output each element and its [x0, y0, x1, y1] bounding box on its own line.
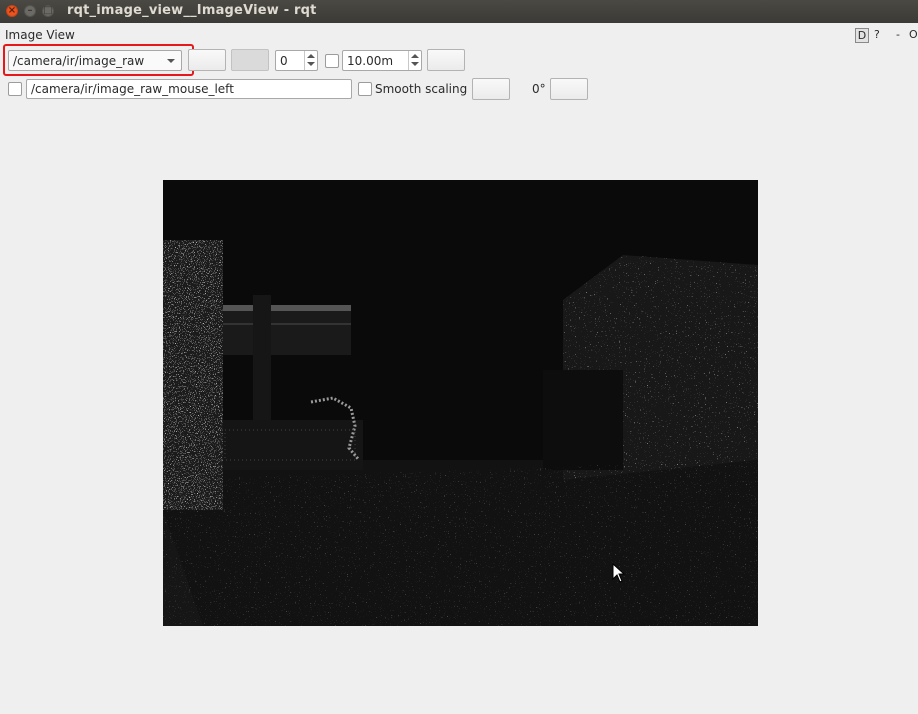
refresh-topics-button[interactable] [188, 49, 226, 71]
value-spinbox-arrows[interactable] [304, 51, 317, 70]
close-icon: × [7, 5, 17, 16]
smooth-scaling-checkbox[interactable] [358, 82, 372, 96]
max-range-spinbox-text: 10.00m [347, 54, 394, 68]
arrow-cursor-icon [612, 563, 626, 583]
spin-down-icon[interactable] [307, 62, 315, 66]
rotate-right-button[interactable] [550, 78, 588, 100]
window-minimize-button[interactable]: – [24, 5, 36, 17]
rotate-left-button[interactable] [472, 78, 510, 100]
spin-down-icon[interactable] [411, 62, 419, 66]
maximize-icon: □ [43, 5, 53, 16]
window-maximize-button[interactable]: □ [42, 5, 54, 17]
spin-up-icon[interactable] [307, 54, 315, 58]
publish-mouse-checkbox[interactable] [8, 82, 22, 96]
value-spinbox[interactable]: 0 [275, 50, 318, 71]
smooth-scaling-label: Smooth scaling [375, 82, 468, 96]
dock-minimize-button[interactable]: - [896, 28, 900, 41]
dock-d-button[interactable]: D [855, 28, 869, 43]
ir-image [163, 180, 758, 626]
max-range-spinbox-arrows[interactable] [408, 51, 421, 70]
window-title: rqt_image_view__ImageView - rqt [67, 3, 317, 18]
dynamic-range-checkbox[interactable] [325, 54, 339, 68]
help-button[interactable]: ? [874, 28, 880, 41]
topic-select-highlight [3, 44, 194, 76]
mouse-topic-input[interactable]: /camera/ir/image_raw_mouse_left [26, 79, 352, 99]
mouse-topic-text: /camera/ir/image_raw_mouse_left [31, 82, 234, 96]
rotation-label: 0° [532, 82, 546, 96]
window-titlebar[interactable]: × – □ rqt_image_view__ImageView - rqt [0, 0, 918, 23]
dock-close-button[interactable]: O [909, 28, 918, 41]
spin-up-icon[interactable] [411, 54, 419, 58]
max-range-spinbox[interactable]: 10.00m [342, 50, 422, 71]
value-spinbox-text: 0 [280, 54, 288, 68]
save-image-button[interactable] [427, 49, 465, 71]
window-close-button[interactable]: × [6, 5, 18, 17]
zoom-button[interactable] [231, 49, 269, 71]
plugin-title: Image View [5, 28, 75, 42]
minimize-icon: – [27, 5, 33, 16]
ir-image-view[interactable] [163, 180, 758, 626]
